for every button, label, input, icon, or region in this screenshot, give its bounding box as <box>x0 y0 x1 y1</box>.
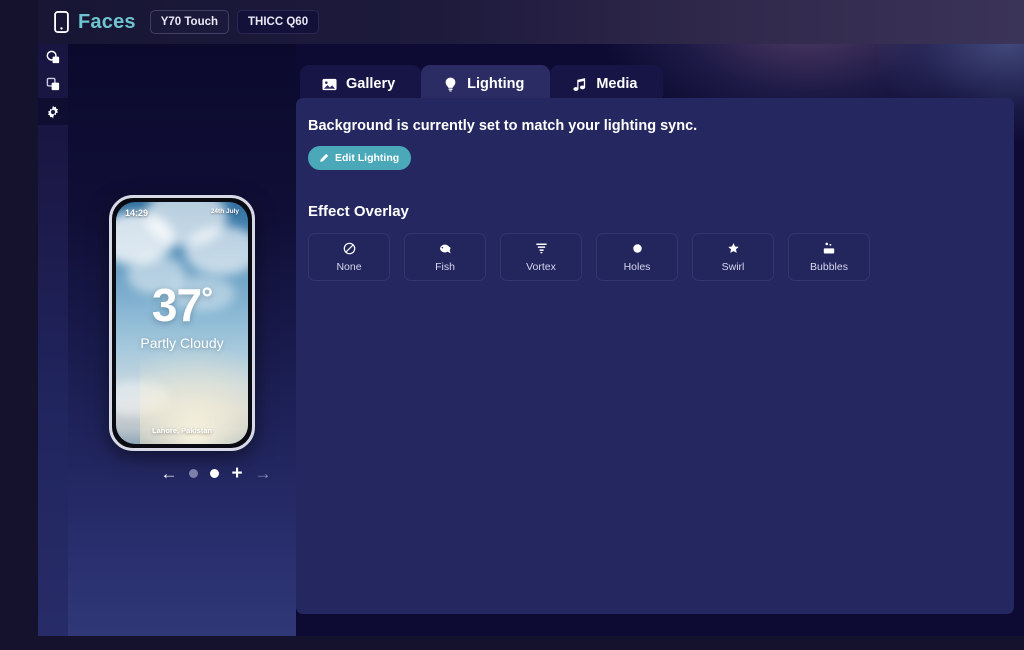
effect-overlay-options: None Fish Vortex Holes Swirl Bubbles <box>308 233 1004 281</box>
effect-label: Bubbles <box>810 260 848 273</box>
ban-icon <box>343 242 356 256</box>
lightbulb-icon <box>443 77 458 92</box>
phone-time: 14:29 <box>125 208 149 218</box>
carousel-dot[interactable] <box>210 469 220 478</box>
carousel-dot[interactable] <box>189 469 199 478</box>
phone-condition: Partly Cloudy <box>140 334 224 351</box>
effect-label: Fish <box>435 260 455 273</box>
icon-rail <box>38 44 68 636</box>
device-tabs: Y70 Touch THICC Q60 <box>149 10 320 34</box>
shape-circle-square-icon <box>46 50 61 65</box>
phone-preview[interactable]: 14:29 24th July 37° Partly Cloudy Lahore… <box>109 195 255 451</box>
circle-icon <box>631 242 644 256</box>
phone-location: Lahore, Pakistan <box>151 426 213 435</box>
screen-root: Faces Y70 Touch THICC Q60 14:29 24th Jul… <box>0 0 1024 650</box>
app-window: Faces Y70 Touch THICC Q60 14:29 24th Jul… <box>38 0 1024 636</box>
lighting-status-note: Background is currently set to match you… <box>308 118 698 134</box>
pencil-icon <box>318 153 329 164</box>
degree-symbol: ° <box>201 282 213 315</box>
phone-screen: 14:29 24th July 37° Partly Cloudy Lahore… <box>116 202 248 444</box>
brand-name: Faces <box>78 10 136 33</box>
tab-label: Lighting <box>467 76 525 92</box>
main-content: Gallery Lighting Media Background is cur… <box>296 44 1024 636</box>
effect-label: Vortex <box>526 260 556 273</box>
carousel-prev-button[interactable]: ← <box>160 465 177 482</box>
effect-option-none[interactable]: None <box>308 233 390 281</box>
lighting-panel: Background is currently set to match you… <box>296 98 1014 614</box>
rail-item-layers[interactable] <box>38 71 68 98</box>
cloud-shape <box>184 226 248 275</box>
effect-option-vortex[interactable]: Vortex <box>500 233 582 281</box>
layers-icon <box>46 77 61 92</box>
gear-icon <box>46 105 60 119</box>
phone-temperature: 37° <box>116 282 248 328</box>
edit-lighting-button[interactable]: Edit Lighting <box>308 146 412 170</box>
phone-date: 24th July <box>210 208 239 215</box>
fish-icon <box>438 242 453 256</box>
cloud-shape <box>116 381 169 415</box>
carousel-add-button[interactable]: + <box>231 464 242 483</box>
rail-item-shape[interactable] <box>38 44 68 71</box>
effect-label: Swirl <box>721 260 745 273</box>
preview-column: 14:29 24th July 37° Partly Cloudy Lahore… <box>68 44 296 636</box>
image-icon <box>322 77 337 92</box>
phone-status-bar: 14:29 24th July <box>116 208 248 218</box>
tab-label: Gallery <box>346 76 396 92</box>
music-note-icon <box>572 77 587 92</box>
effect-label: Holes <box>623 260 651 273</box>
effect-option-bubbles[interactable]: Bubbles <box>788 233 870 281</box>
effect-option-holes[interactable]: Holes <box>596 233 678 281</box>
app-header: Faces Y70 Touch THICC Q60 <box>38 0 1024 44</box>
effect-overlay-title: Effect Overlay <box>308 203 409 220</box>
effect-option-swirl[interactable]: Swirl <box>692 233 774 281</box>
edit-lighting-label: Edit Lighting <box>335 152 400 164</box>
carousel-next-button[interactable]: → <box>255 465 272 482</box>
device-tab-y70[interactable]: Y70 Touch <box>149 10 230 34</box>
effect-option-fish[interactable]: Fish <box>404 233 486 281</box>
phone-weather-block: 37° Partly Cloudy <box>116 282 248 351</box>
rail-item-settings[interactable] <box>38 98 68 125</box>
device-tab-thicc[interactable]: THICC Q60 <box>237 10 320 34</box>
effect-label: None <box>336 260 362 273</box>
vortex-icon <box>535 242 548 256</box>
temperature-value: 37 <box>151 279 202 331</box>
phone-icon <box>54 11 69 33</box>
brand: Faces <box>54 11 136 34</box>
star-icon <box>727 242 740 256</box>
bubbles-icon <box>822 242 836 256</box>
tab-label: Media <box>596 76 638 92</box>
